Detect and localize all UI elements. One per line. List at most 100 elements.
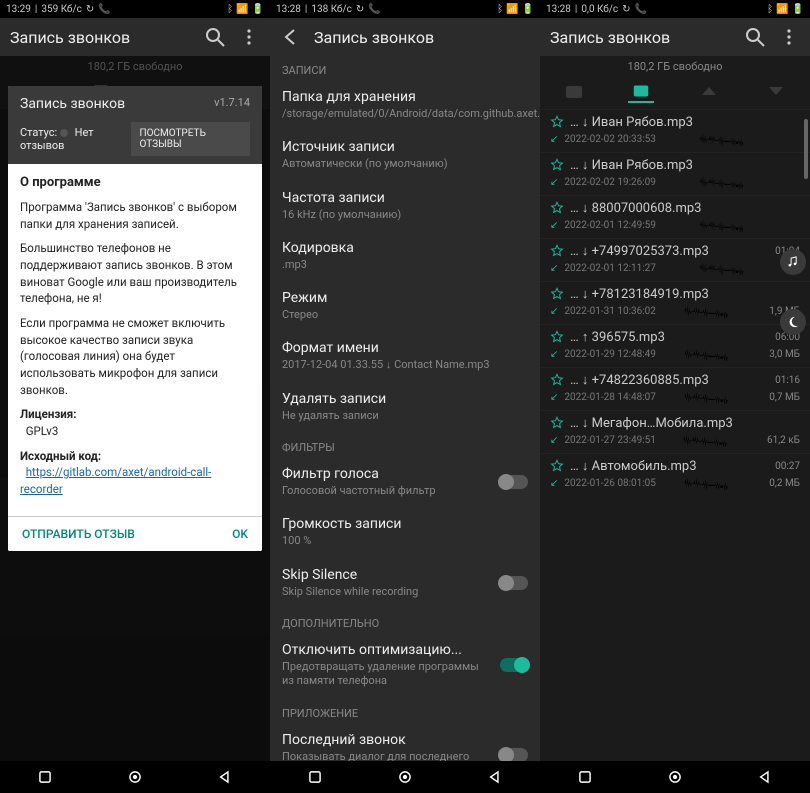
settings-item[interactable]: Частота записи16 kHz (по умолчанию) bbox=[270, 182, 540, 232]
settings-title: Удалять записи bbox=[282, 391, 528, 407]
settings-subtitle: 16 kHz (по умолчанию) bbox=[282, 208, 528, 222]
toggle-switch[interactable] bbox=[500, 748, 528, 761]
nav-bar bbox=[270, 761, 540, 793]
star-icon[interactable] bbox=[550, 330, 564, 344]
tab-all-icon[interactable] bbox=[561, 81, 587, 103]
nav-home-icon[interactable] bbox=[397, 769, 413, 785]
settings-item[interactable]: Кодировка.mp3 bbox=[270, 232, 540, 282]
toggle-switch[interactable] bbox=[500, 576, 528, 590]
toggle-switch[interactable] bbox=[500, 475, 528, 489]
nav-home-icon[interactable] bbox=[127, 769, 143, 785]
list-item[interactable]: … ↓ Иван Рябов.mp3↙2022-02-02 20:33:53 bbox=[540, 109, 810, 152]
nav-back-icon[interactable] bbox=[487, 769, 503, 785]
music-fab[interactable] bbox=[780, 249, 806, 275]
direction-icon: ↙ bbox=[550, 177, 558, 188]
settings-title: Отключить оптимизацию... bbox=[282, 642, 490, 658]
star-icon[interactable] bbox=[550, 459, 564, 473]
settings-title: Режим bbox=[282, 290, 528, 306]
list-item[interactable]: … ↓ 88007000608.mp3↙2022-02-01 12:49:59 bbox=[540, 195, 810, 238]
rec-date: 2022-01-29 12:48:49 bbox=[564, 349, 656, 360]
nav-home-icon[interactable] bbox=[667, 769, 683, 785]
settings-title: Громкость записи bbox=[282, 516, 528, 532]
list-item[interactable]: … ↓ +78123184919.mp3↙2022-01-31 10:36:02… bbox=[540, 281, 810, 324]
settings-item[interactable]: Фильтр голосаГолосовой частотный фильтр bbox=[270, 458, 540, 508]
status-bar: 13:28 | 138 Кб/с ↻ 📞 ᛒ📶🔋 bbox=[270, 0, 540, 18]
section-header: ЗАПИСИ bbox=[270, 56, 540, 81]
settings-item[interactable]: РежимСтерео bbox=[270, 282, 540, 332]
settings-title: Последний звонок bbox=[282, 732, 490, 748]
view-reviews-button[interactable]: ПОСМОТРЕТЬ ОТЗЫВЫ bbox=[131, 122, 250, 156]
scroll-thumb[interactable] bbox=[804, 119, 808, 179]
search-icon[interactable] bbox=[204, 26, 226, 48]
ok-button[interactable]: OK bbox=[232, 527, 248, 541]
bluetooth-icon: ᛒ bbox=[767, 4, 773, 15]
source-label: Исходный код: bbox=[20, 449, 101, 463]
rec-size: 3,0 МБ bbox=[769, 349, 800, 360]
tab-in-icon[interactable] bbox=[696, 81, 722, 103]
settings-item[interactable]: Формат имени2017-12-04 01.33.55 ↓ Contac… bbox=[270, 332, 540, 382]
refresh-icon: ↻ bbox=[622, 4, 630, 15]
send-review-button[interactable]: ОТПРАВИТЬ ОТЗЫВ bbox=[22, 527, 135, 541]
settings-title: Папка для хранения bbox=[282, 89, 540, 105]
rec-size: 0,2 МБ bbox=[769, 478, 800, 489]
rec-date: 2022-02-01 12:49:59 bbox=[564, 220, 656, 231]
more-icon[interactable] bbox=[238, 26, 260, 48]
list-item[interactable]: … ↓ Мегафон…Мобила.mp3↙2022-01-27 23:49:… bbox=[540, 410, 810, 453]
star-icon[interactable] bbox=[550, 115, 564, 129]
settings-item[interactable]: Папка для хранения/storage/emulated/0/An… bbox=[270, 81, 540, 131]
star-icon[interactable] bbox=[550, 287, 564, 301]
settings-item[interactable]: Удалять записиНе удалять записи bbox=[270, 383, 540, 433]
star-icon[interactable] bbox=[550, 244, 564, 258]
status-speed: 0,0 Кб/с bbox=[581, 4, 618, 15]
status-bar: 13:29 | 359 Кб/с ↻ 📞 ᛒ 📶 🔋 bbox=[0, 0, 270, 18]
list-item[interactable]: … ↓ +74997025373.mp301:04↙2022-02-01 12:… bbox=[540, 238, 810, 281]
recordings-list[interactable]: … ↓ Иван Рябов.mp3↙2022-02-02 20:33:53… … bbox=[540, 109, 810, 761]
settings-subtitle: 2017-12-04 01.33.55 ↓ Contact Name.mp3 bbox=[282, 358, 528, 372]
star-icon[interactable] bbox=[550, 416, 564, 430]
list-item[interactable]: … ↑ 396575.mp306:00↙2022-01-29 12:48:493… bbox=[540, 324, 810, 367]
signal-icon: 📶 bbox=[776, 4, 788, 15]
nav-recent-icon[interactable] bbox=[37, 769, 53, 785]
nav-back-icon[interactable] bbox=[217, 769, 233, 785]
settings-item[interactable]: Громкость записи100 % bbox=[270, 508, 540, 558]
search-icon[interactable] bbox=[744, 26, 766, 48]
direction-icon: ↙ bbox=[550, 349, 558, 360]
more-icon[interactable] bbox=[778, 26, 800, 48]
battery-icon: 🔋 bbox=[522, 4, 534, 15]
nav-recent-icon[interactable] bbox=[577, 769, 593, 785]
status-time: 13:28 bbox=[546, 4, 571, 15]
phone-icon: 📞 bbox=[368, 4, 380, 15]
settings-item[interactable]: Последний звонокПоказывать диалог для по… bbox=[270, 724, 540, 761]
list-item[interactable]: … ↓ Иван Рябов.mp3↙2022-02-02 19:26:09 bbox=[540, 152, 810, 195]
dialog-version: v1.7.14 bbox=[214, 96, 250, 112]
app-bar: Запись звонков bbox=[540, 18, 810, 56]
settings-item[interactable]: Отключить оптимизацию...Предотвращать уд… bbox=[270, 634, 540, 699]
rec-duration: 00:27 bbox=[775, 461, 800, 472]
list-item[interactable]: … ↓ Автомобиль.mp300:27↙2022-01-26 08:01… bbox=[540, 453, 810, 496]
star-icon[interactable] bbox=[550, 201, 564, 215]
tab-fav-icon[interactable] bbox=[628, 81, 654, 103]
direction-icon: ↙ bbox=[550, 263, 558, 274]
dialog-title: Запись звонков bbox=[20, 96, 125, 112]
nav-recent-icon[interactable] bbox=[307, 769, 323, 785]
about-p2: Большинство телефонов не поддерживают за… bbox=[20, 240, 250, 307]
list-item[interactable]: … ↓ +74822360885.mp301:16↙2022-01-28 14:… bbox=[540, 367, 810, 410]
battery-icon: 🔋 bbox=[252, 4, 264, 15]
night-fab[interactable] bbox=[780, 309, 806, 335]
waveform-icon bbox=[662, 175, 794, 189]
source-link[interactable]: https://gitlab.com/axet/android-call-rec… bbox=[20, 465, 211, 496]
settings-list[interactable]: ЗАПИСИПапка для хранения/storage/emulate… bbox=[270, 56, 540, 761]
tab-out-icon[interactable] bbox=[763, 81, 789, 103]
app-title: Запись звонков bbox=[314, 28, 530, 47]
status-dot-icon bbox=[60, 129, 68, 137]
star-icon[interactable] bbox=[550, 158, 564, 172]
rec-date: 2022-02-02 20:33:53 bbox=[564, 134, 656, 145]
settings-item[interactable]: Skip SilenceSkip Silence while recording bbox=[270, 559, 540, 609]
about-p1: Программа 'Запись звонков' с выбором пап… bbox=[20, 199, 250, 232]
settings-item[interactable]: Источник записиАвтоматически (по умолчан… bbox=[270, 131, 540, 181]
toggle-switch[interactable] bbox=[500, 658, 528, 672]
nav-back-icon[interactable] bbox=[757, 769, 773, 785]
rec-date: 2022-01-28 14:48:07 bbox=[564, 392, 656, 403]
back-icon[interactable] bbox=[280, 26, 302, 48]
star-icon[interactable] bbox=[550, 373, 564, 387]
